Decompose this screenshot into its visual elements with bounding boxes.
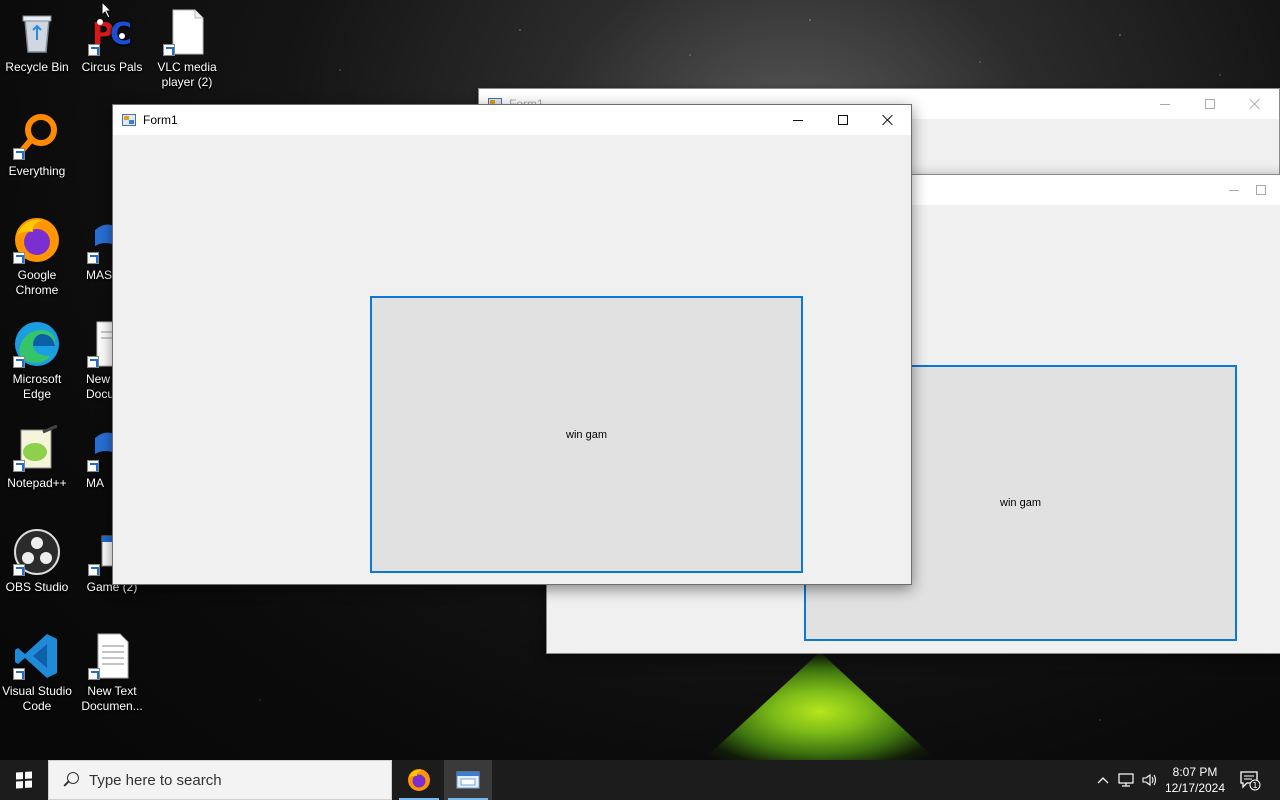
desktop-icon-new-document[interactable]: New Docu (75, 320, 117, 402)
maximize-icon (837, 115, 848, 125)
shortcut-arrow-icon (13, 356, 25, 368)
desktop-icon-mas[interactable]: MAS (75, 216, 117, 283)
taskbar-app-firefox[interactable] (395, 760, 443, 800)
win-gam-button[interactable]: win gam (370, 296, 803, 573)
shortcut-arrow-icon (13, 564, 25, 576)
minimize-icon (1159, 103, 1170, 105)
notification-icon: 1 (1240, 771, 1261, 791)
desktop-icon-new-text-document[interactable]: New Text Documen... (75, 632, 149, 714)
mouse-cursor-icon (101, 1, 113, 19)
volume-button[interactable] (1140, 760, 1160, 800)
taskbar-app-form1[interactable] (444, 760, 492, 800)
button-label: win gam (566, 428, 607, 441)
window-title: Form1 (143, 113, 178, 127)
document-icon (163, 8, 211, 56)
shortcut-arrow-icon (87, 460, 99, 472)
minimize-icon (792, 119, 803, 121)
obs-icon (13, 528, 61, 576)
start-button[interactable] (0, 760, 48, 800)
search-placeholder: Type here to search (89, 771, 222, 789)
recycle-bin-icon (13, 8, 61, 56)
desktop-icon-microsoft-edge[interactable]: Microsoft Edge (0, 320, 74, 402)
shortcut-arrow-icon (88, 668, 100, 680)
close-icon (882, 114, 894, 126)
titlebar[interactable]: Form1 (113, 105, 911, 135)
desktop-icon-recycle-bin[interactable]: Recycle Bin (0, 8, 74, 75)
desktop-icon-vscode[interactable]: Visual Studio Code (0, 632, 74, 714)
taskbar: Type here to search 8:07 PM 12/17/2024 1 (0, 760, 1280, 800)
close-icon (1249, 98, 1261, 110)
firefox-icon (13, 216, 61, 264)
action-center-button[interactable]: 1 (1232, 760, 1268, 800)
maximize-button[interactable] (1256, 175, 1276, 205)
shortcut-arrow-icon (13, 668, 25, 680)
desktop-icon-google-chrome[interactable]: Google Chrome (0, 216, 74, 298)
windows-logo-icon (16, 771, 32, 789)
chevron-up-icon (1097, 777, 1109, 784)
shortcut-arrow-icon (13, 460, 25, 472)
taskbar-clock[interactable]: 8:07 PM 12/17/2024 (1160, 760, 1230, 800)
maximize-button[interactable] (1187, 89, 1232, 119)
notification-count: 1 (1252, 781, 1257, 790)
desktop-icon-notepadpp[interactable]: Notepad++ (0, 424, 74, 491)
taskbar-search-box[interactable]: Type here to search (48, 760, 392, 800)
firefox-icon (408, 769, 430, 791)
minimize-button[interactable] (1142, 89, 1187, 119)
clock-time: 8:07 PM (1172, 765, 1218, 779)
active-window-form1[interactable]: Form1 win gam (112, 104, 912, 585)
maximize-icon (1204, 99, 1215, 109)
volume-icon (1142, 773, 1157, 787)
minimize-icon (1228, 189, 1239, 191)
shortcut-arrow-icon (88, 44, 100, 56)
shortcut-arrow-icon (13, 148, 25, 160)
desktop-icon-vlc[interactable]: VLC media player (2) (150, 8, 224, 90)
shortcut-arrow-icon (13, 252, 25, 264)
close-button[interactable] (865, 105, 910, 135)
shortcut-arrow-icon (87, 252, 99, 264)
close-button[interactable] (1232, 89, 1277, 119)
network-icon (1118, 773, 1134, 787)
search-icon (63, 772, 79, 788)
shortcut-arrow-icon (163, 44, 175, 56)
maximize-button[interactable] (820, 105, 865, 135)
show-hidden-icons-button[interactable] (1094, 760, 1112, 800)
network-status-button[interactable] (1116, 760, 1136, 800)
everything-search-icon (13, 112, 61, 160)
form-app-icon (122, 114, 136, 126)
shortcut-arrow-icon (87, 356, 99, 368)
shortcut-arrow-icon (88, 564, 100, 576)
desktop-icon-ma[interactable]: MA (75, 424, 117, 491)
vscode-icon (13, 632, 61, 680)
desktop-icon-obs-studio[interactable]: OBS Studio (0, 528, 74, 595)
desktop-icon-everything[interactable]: Everything (0, 112, 74, 179)
maximize-icon (1256, 185, 1266, 195)
winforms-app-icon (456, 771, 480, 789)
minimize-button[interactable] (1211, 175, 1256, 205)
minimize-button[interactable] (775, 105, 820, 135)
clock-date: 12/17/2024 (1164, 781, 1226, 795)
edge-icon (13, 320, 61, 368)
notepadpp-icon (13, 424, 61, 472)
text-document-icon (88, 632, 136, 680)
button-label: win gam (1000, 497, 1041, 509)
